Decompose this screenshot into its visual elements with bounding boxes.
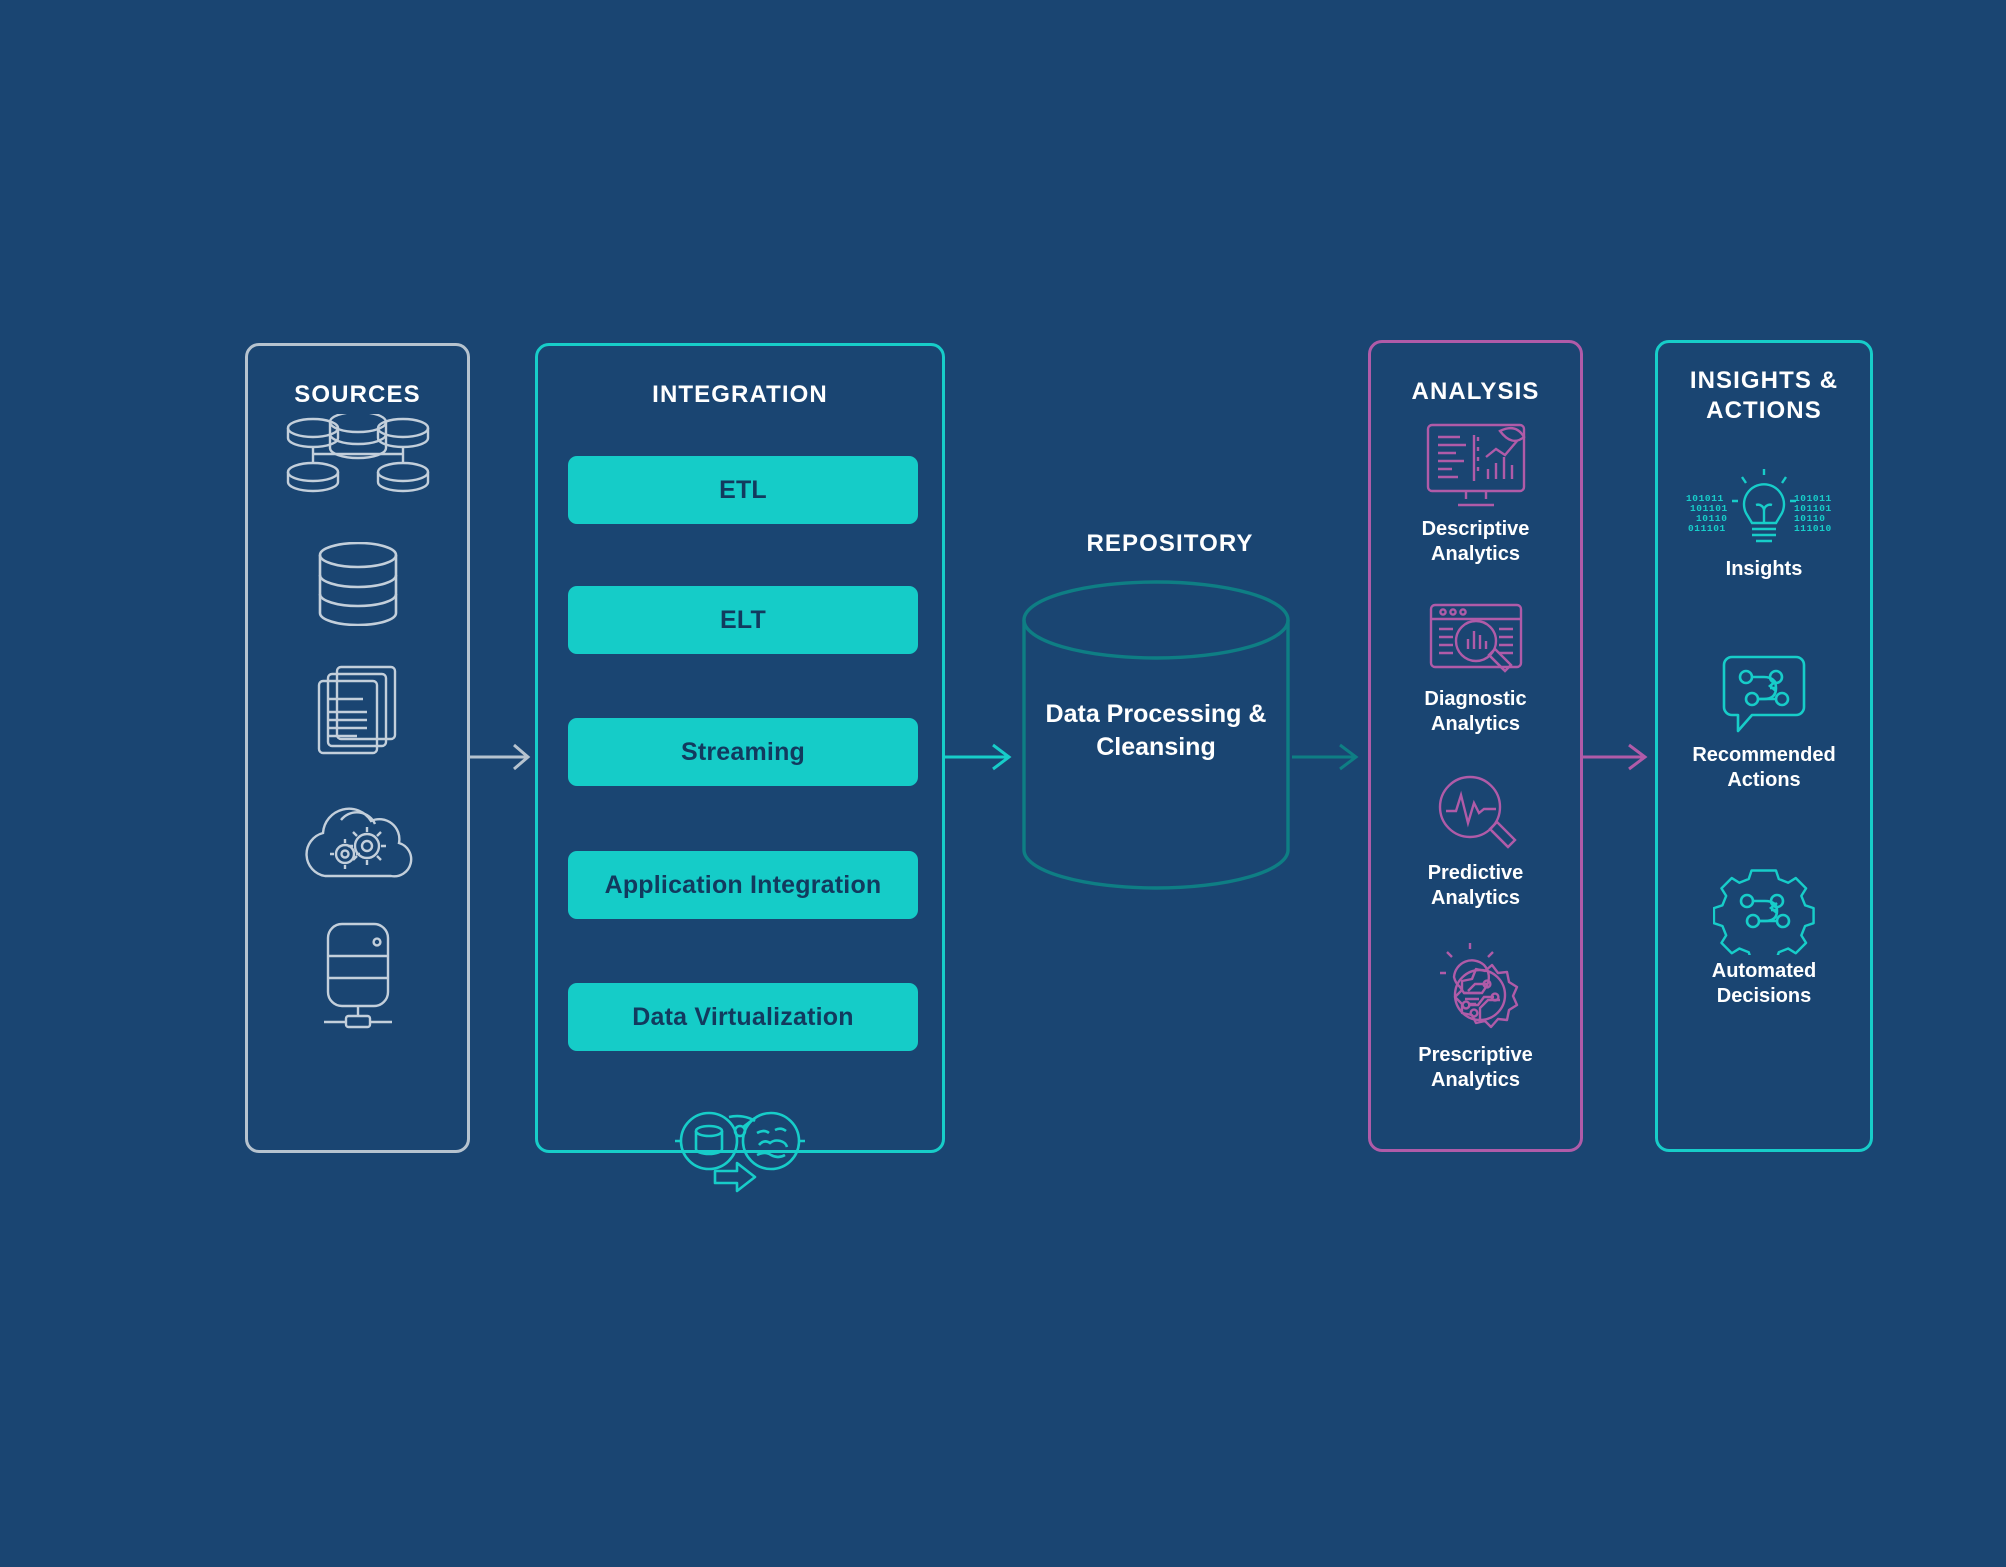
insights-item-automated-decisions-label: Automated Decisions [1658,959,1870,1009]
analysis-item-predictive[interactable]: Predictive Analytics [1371,773,1580,911]
insights-item-automated-decisions-line2: Decisions [1716,985,1812,1007]
gear-flow-icon [1713,869,1815,955]
documents-icon [315,664,401,761]
speech-bubble-flow-icon [1722,655,1806,733]
arrow-integration-to-repository [945,743,1012,771]
analysis-item-predictive-line2: Analytics [1431,887,1520,909]
repository-cylinder: Data Processing & Cleansing [1020,580,1292,890]
analysis-item-diagnostic-line1: Diagnostic [1424,688,1527,710]
analysis-item-predictive-label: Predictive Analytics [1371,861,1580,911]
monitor-dashboard-icon [1426,423,1526,507]
analysis-item-diagnostic-label: Diagnostic Analytics [1371,687,1580,737]
insights-item-recommended-actions-label: Recommended Actions [1658,743,1870,793]
sources-panel: SOURCES [245,343,470,1153]
analysis-item-predictive-line1: Predictive [1427,862,1524,884]
insights-item-recommended-actions-line1: Recommended [1692,744,1836,766]
analysis-item-prescriptive-label: Prescriptive Analytics [1371,1043,1580,1093]
database-icon [317,541,399,631]
server-icon [312,922,404,1037]
cloud-services-icon [295,798,421,887]
analysis-item-prescriptive[interactable]: Prescriptive Analytics [1371,943,1580,1093]
insights-title: INSIGHTS & ACTIONS [1658,366,1870,426]
analysis-item-diagnostic-line2: Analytics [1431,713,1520,735]
repository-label: Data Processing & Cleansing [1020,698,1292,763]
insights-item-recommended-actions[interactable]: Recommended Actions [1658,653,1870,793]
integration-pill-etl[interactable]: ETL [568,456,918,524]
analysis-item-descriptive-label: Descriptive Analytics [1371,517,1580,567]
gear-lightbulb-circuit-icon [1439,943,1518,1029]
analysis-item-descriptive-line1: Descriptive [1421,518,1530,540]
repository-title: REPOSITORY [1086,530,1254,557]
lightbulb-binary-icon: 101011 101101 10110 011101 101011 101101… [1686,469,1832,543]
analysis-title: ANALYSIS [1411,378,1540,405]
analysis-item-diagnostic[interactable]: Diagnostic Analytics [1371,599,1580,737]
integration-pill-application-integration[interactable]: Application Integration [568,851,918,919]
distributed-databases-icon [278,410,438,499]
insights-item-automated-decisions-line1: Automated [1711,960,1817,982]
sources-title: SOURCES [294,381,421,408]
arrow-repository-to-analysis [1292,743,1359,771]
analysis-item-descriptive[interactable]: Descriptive Analytics [1371,417,1580,567]
insights-item-insights[interactable]: 101011 101101 10110 011101 101011 101101… [1658,461,1870,582]
repository-label-line1: Data Processing & [1045,700,1267,728]
integration-pill-streaming[interactable]: Streaming [568,718,918,786]
binary-right-3: 111010 [1794,523,1832,534]
arrow-sources-to-integration [470,743,531,771]
insights-item-insights-label: Insights [1725,558,1803,580]
arrow-analysis-to-insights [1583,743,1648,771]
integration-pill-data-virtualization[interactable]: Data Virtualization [568,983,918,1051]
magnifier-pulse-icon [1438,775,1517,849]
insights-title-line2: ACTIONS [1706,397,1822,424]
integration-pill-elt[interactable]: ELT [568,586,918,654]
analysis-panel: ANALYSIS Descriptive Analytics Diagnosti… [1368,340,1583,1152]
insights-title-line1: INSIGHTS & [1689,367,1839,394]
analysis-item-prescriptive-line1: Prescriptive [1418,1044,1533,1066]
insights-panel: INSIGHTS & ACTIONS 101011 101101 10110 0… [1655,340,1873,1152]
insights-item-recommended-actions-line2: Actions [1727,769,1801,791]
insights-item-automated-decisions[interactable]: Automated Decisions [1658,863,1870,1009]
analysis-item-prescriptive-line2: Analytics [1431,1069,1520,1091]
binary-left-3: 011101 [1688,523,1726,534]
browser-magnifier-chart-icon [1429,603,1522,673]
database-to-cloud-migration-icon [675,1097,805,1198]
repository-label-line2: Cleansing [1096,732,1216,761]
integration-title: INTEGRATION [652,381,828,408]
analysis-item-descriptive-line2: Analytics [1431,543,1520,565]
integration-panel: INTEGRATION ETL ELT Streaming Applicatio… [535,343,945,1193]
